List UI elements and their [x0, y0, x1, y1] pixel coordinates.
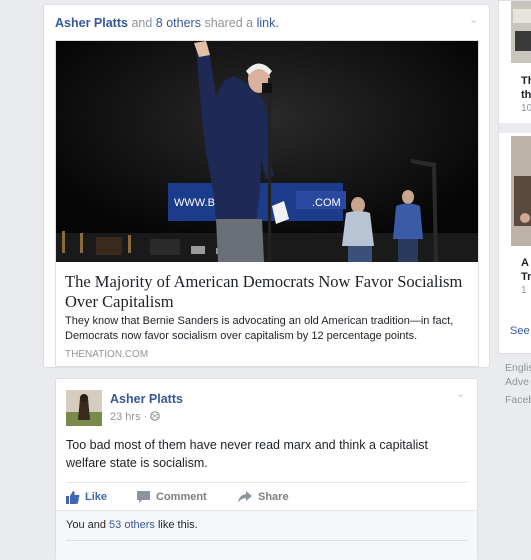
sidebar-card-2-meta: 1 — [521, 285, 527, 296]
sidebar-card-2-image[interactable] — [511, 136, 531, 246]
link-word[interactable]: link. — [257, 16, 279, 30]
sidebar-photo-1 — [511, 1, 531, 63]
share-button[interactable]: Share — [238, 487, 289, 507]
verb-text: shared a — [204, 16, 254, 30]
likes-text: You and 53 others like this. — [66, 519, 198, 531]
sidebar-card-1-title-1[interactable]: Th — [521, 75, 531, 87]
likes-others-link[interactable]: 53 others — [109, 519, 155, 531]
actor-link[interactable]: Asher Platts — [55, 16, 128, 30]
link-title[interactable]: The Majority of American Democrats Now F… — [65, 272, 465, 312]
sidebar-card-2-title-2[interactable]: Tr — [521, 271, 531, 283]
sidebar-panel: Th th 10 A Tr 1 See — [498, 0, 531, 354]
avatar-image — [66, 390, 102, 426]
likes-divider — [66, 540, 467, 541]
story-options-chevron-down-icon[interactable]: ⌄ — [469, 13, 478, 26]
comment-icon — [137, 491, 150, 503]
comment-label: Comment — [156, 491, 207, 503]
footer-link-language[interactable]: Englis — [505, 362, 531, 374]
post-card: Asher Platts 23 hrs · ⌄ Too bad most of … — [55, 378, 478, 560]
others-link[interactable]: 8 others — [156, 16, 201, 30]
post-text: Too bad most of them have never read mar… — [66, 438, 428, 470]
post-time[interactable]: 23 hrs · — [110, 411, 150, 423]
post-options-chevron-down-icon[interactable]: ⌄ — [456, 387, 465, 400]
avatar[interactable] — [66, 390, 102, 426]
action-divider — [66, 482, 467, 483]
sidebar-photo-2 — [511, 136, 531, 246]
story-header: Asher Platts and 8 others shared a link. — [55, 16, 279, 30]
post-timestamp[interactable]: 23 hrs · — [110, 411, 161, 423]
share-label: Share — [258, 491, 289, 503]
link-description: They know that Bernie Sanders is advocat… — [65, 315, 454, 342]
like-icon — [66, 490, 80, 504]
like-label: Like — [85, 491, 108, 503]
comment-button[interactable]: Comment — [137, 487, 207, 507]
footer-link-facebook[interactable]: Faceb — [505, 394, 531, 406]
sidebar-card-1-image[interactable] — [511, 1, 531, 63]
share-icon — [238, 491, 252, 503]
sidebar-card-1-title-2[interactable]: th — [521, 89, 531, 101]
rally-photo-image: WWW.BE .COM — [56, 41, 478, 262]
see-more-link[interactable]: See — [510, 325, 530, 337]
shared-link-story: Asher Platts and 8 others shared a link.… — [43, 4, 490, 368]
link-image[interactable]: WWW.BE .COM — [56, 41, 478, 262]
sidebar-card-2-title-1[interactable]: A — [521, 257, 529, 269]
post-author-link[interactable]: Asher Platts — [110, 392, 183, 406]
footer-link-advertising[interactable]: Adve — [505, 376, 529, 388]
likes-suffix: like this. — [154, 519, 198, 531]
link-preview[interactable]: WWW.BE .COM The Majority of American Dem… — [55, 40, 479, 367]
conj-text: and — [131, 16, 153, 30]
likes-summary: You and 53 others like this. — [56, 510, 477, 560]
sidebar-card-1-meta: 10 — [521, 103, 531, 114]
link-domain: THENATION.COM — [65, 349, 149, 360]
like-button[interactable]: Like — [66, 487, 107, 507]
sidebar-separator — [499, 123, 531, 133]
banner-right-text: .COM — [312, 197, 341, 209]
globe-icon — [150, 411, 161, 421]
likes-prefix: You and — [66, 519, 110, 531]
